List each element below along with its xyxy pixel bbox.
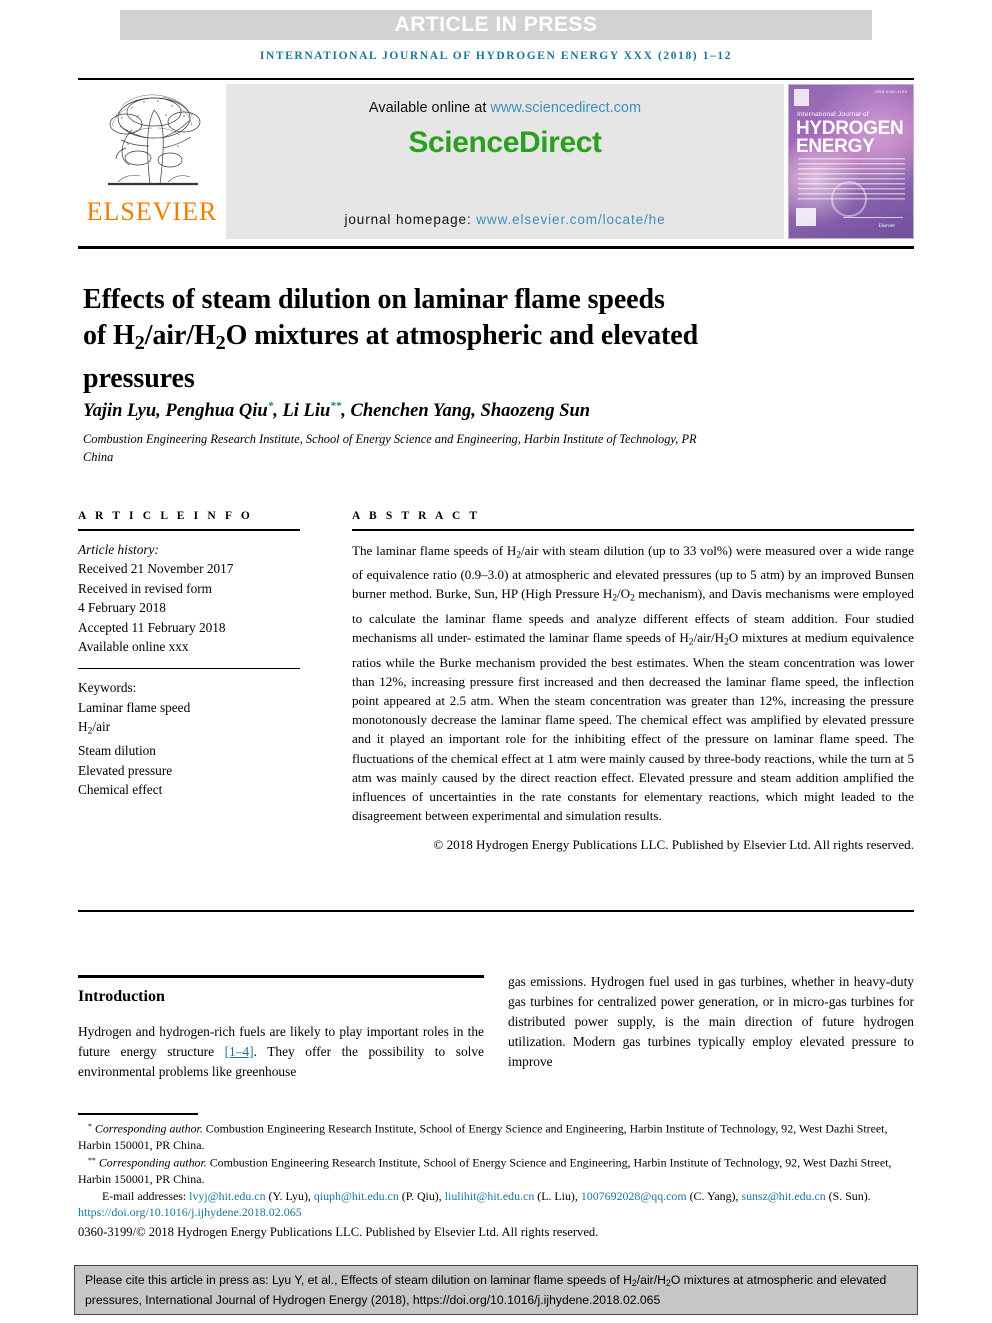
journal-running-head: INTERNATIONAL JOURNAL OF HYDROGEN ENERGY…: [259, 50, 733, 62]
cover-h2-badge: [796, 208, 816, 226]
doi-line: https://doi.org/10.1016/j.ijhydene.2018.…: [78, 1204, 914, 1220]
email-link-yang[interactable]: 1007692028@qq.com: [581, 1189, 687, 1203]
abstract-column: A B S T R A C T The laminar flame speeds…: [352, 510, 914, 855]
article-in-press-banner: ARTICLE IN PRESS: [120, 10, 872, 40]
email-person-yang: (C. Yang),: [686, 1188, 742, 1203]
introduction-heading: Introduction: [78, 988, 165, 1005]
elsevier-tree-icon: [92, 88, 212, 198]
sciencedirect-block: Available online at www.sciencedirect.co…: [226, 84, 784, 239]
title-line-2a: of H: [83, 319, 135, 351]
history-item: Available online xxx: [78, 639, 189, 655]
abstract-bottom-divider: [78, 910, 914, 912]
title-divider: [78, 246, 914, 249]
keyword-item: Chemical effect: [78, 782, 163, 798]
article-history-block: Article history: Received 21 November 20…: [78, 531, 300, 658]
email-person-liu: (L. Liu),: [534, 1188, 581, 1203]
corresponding-author-label-1: Corresponding author.: [94, 1121, 203, 1136]
doi-link[interactable]: https://doi.org/10.1016/j.ijhydene.2018.…: [78, 1205, 302, 1219]
cover-divider: [843, 217, 903, 218]
email-link-liu[interactable]: liulihit@hit.edu.cn: [445, 1189, 535, 1203]
journal-homepage-prefix: journal homepage:: [344, 212, 477, 227]
email-person-sun: (S. Sun).: [825, 1188, 871, 1203]
cite-line-1b: /air/H: [636, 1273, 666, 1287]
cover-logo-mark: [794, 89, 809, 106]
footnotes-block: * Corresponding author. Combustion Engin…: [78, 1119, 914, 1240]
author-list: Yajin Lyu, Penghua Qiu*, Li Liu**, Chenc…: [83, 400, 883, 422]
cover-overline: International Journal of: [797, 111, 869, 118]
keyword-item: H2/air: [78, 719, 111, 737]
footnote-marker-2: **: [88, 1156, 96, 1166]
article-in-press-label: ARTICLE IN PRESS: [394, 13, 598, 36]
title-sub-1: 2: [134, 331, 145, 354]
email-person-lyu: (Y. Lyu),: [265, 1188, 314, 1203]
email-link-lyu[interactable]: lvyj@hit.edu.cn: [189, 1189, 265, 1203]
citation-ref-1-4[interactable]: [1–4]: [225, 1044, 254, 1059]
abstract-heading: A B S T R A C T: [352, 510, 481, 522]
body-column-left: Hydrogen and hydrogen-rich fuels are lik…: [78, 1022, 484, 1082]
journal-cover-thumbnail: ISSN 0360-3199 International Journal of …: [788, 84, 914, 239]
sciencedirect-logo: ScienceDirect: [408, 126, 602, 159]
elsevier-logo-block: ELSEVIER: [78, 84, 226, 239]
corresponding-marker-2[interactable]: **: [330, 400, 341, 412]
email-person-qiu: (P. Qiu),: [398, 1188, 445, 1203]
available-online-line: Available online at www.sciencedirect.co…: [369, 100, 641, 116]
issn-copyright-line: 0360-3199/© 2018 Hydrogen Energy Publica…: [78, 1224, 599, 1239]
cite-this-article-box: Please cite this article in press as: Ly…: [74, 1265, 918, 1315]
title-line-1: Effects of steam dilution on laminar fla…: [83, 283, 665, 315]
email-addresses-line: E-mail addresses: lvyj@hit.edu.cn (Y. Ly…: [78, 1188, 914, 1204]
email-link-qiu[interactable]: qiuph@hit.edu.cn: [314, 1189, 399, 1203]
keyword-item: Elevated pressure: [78, 762, 173, 778]
keywords-label: Keywords:: [78, 680, 137, 696]
title-line-3: pressures: [83, 362, 195, 394]
cite-line-1a: Please cite this article in press as: Ly…: [85, 1273, 632, 1287]
abstract-text: The laminar flame speeds of H2/air with …: [352, 542, 915, 824]
title-line-2b: /air/H: [144, 319, 216, 351]
journal-cover-image: ISSN 0360-3199 International Journal of …: [788, 84, 914, 239]
email-link-sun[interactable]: sunsz@hit.edu.cn: [741, 1189, 825, 1203]
history-item: Received in revised form: [78, 580, 213, 596]
journal-homepage-line: journal homepage: www.elsevier.com/locat…: [344, 212, 665, 227]
journal-homepage-link[interactable]: www.elsevier.com/locate/he: [476, 212, 665, 227]
keywords-block: Keywords: Laminar flame speed H2/air Ste…: [78, 669, 300, 800]
cover-title-line2: ENERGY: [796, 136, 875, 157]
body-column-right: gas emissions. Hydrogen fuel used in gas…: [508, 974, 914, 1069]
corresponding-author-note-2: ** Corresponding author. Combustion Engi…: [78, 1153, 914, 1187]
keyword-item: Steam dilution: [78, 743, 156, 759]
footnote-marker-1: *: [88, 1122, 92, 1131]
author-affiliation: Combustion Engineering Research Institut…: [83, 432, 697, 464]
title-line-2c: O mixtures at atmospheric and elevated: [225, 319, 699, 351]
cite-line-1c: O mixtures at atmospheric: [670, 1273, 814, 1287]
elsevier-wordmark: ELSEVIER: [86, 197, 218, 226]
keyword-item: Laminar flame speed: [78, 699, 191, 715]
introduction-divider: [78, 975, 484, 978]
cover-publisher-label: Elsevier: [878, 224, 895, 229]
abstract-copyright: © 2018 Hydrogen Energy Publications LLC.…: [433, 837, 914, 853]
article-info-heading: A R T I C L E I N F O: [78, 510, 253, 522]
corresponding-author-note-1: * Corresponding author. Combustion Engin…: [78, 1119, 914, 1153]
title-sub-2: 2: [215, 331, 226, 354]
cover-issn-label: ISSN 0360-3199: [874, 90, 907, 94]
footnote-divider: [78, 1113, 198, 1115]
history-item: 4 February 2018: [78, 600, 166, 616]
article-info-column: A R T I C L E I N F O Article history: R…: [78, 510, 300, 800]
history-item: Accepted 11 February 2018: [78, 619, 226, 635]
corresponding-author-label-2: Corresponding author.: [98, 1155, 207, 1170]
journal-masthead: ELSEVIER Available online at www.science…: [78, 78, 914, 240]
cover-ring-graphic: [831, 181, 867, 217]
page-title: Effects of steam dilution on laminar fla…: [83, 282, 803, 397]
email-addresses-label: E-mail addresses:: [102, 1188, 190, 1203]
authors-part-1: Yajin Lyu, Penghua Qiu: [83, 401, 268, 422]
authors-part-2: , Li Liu: [273, 401, 331, 422]
sciencedirect-link[interactable]: www.sciencedirect.com: [490, 100, 641, 116]
authors-part-3: , Chenchen Yang, Shaozeng Sun: [341, 401, 591, 422]
available-online-prefix: Available online at: [368, 100, 491, 116]
article-history-label: Article history:: [78, 541, 159, 557]
history-item: Received 21 November 2017: [78, 561, 234, 577]
